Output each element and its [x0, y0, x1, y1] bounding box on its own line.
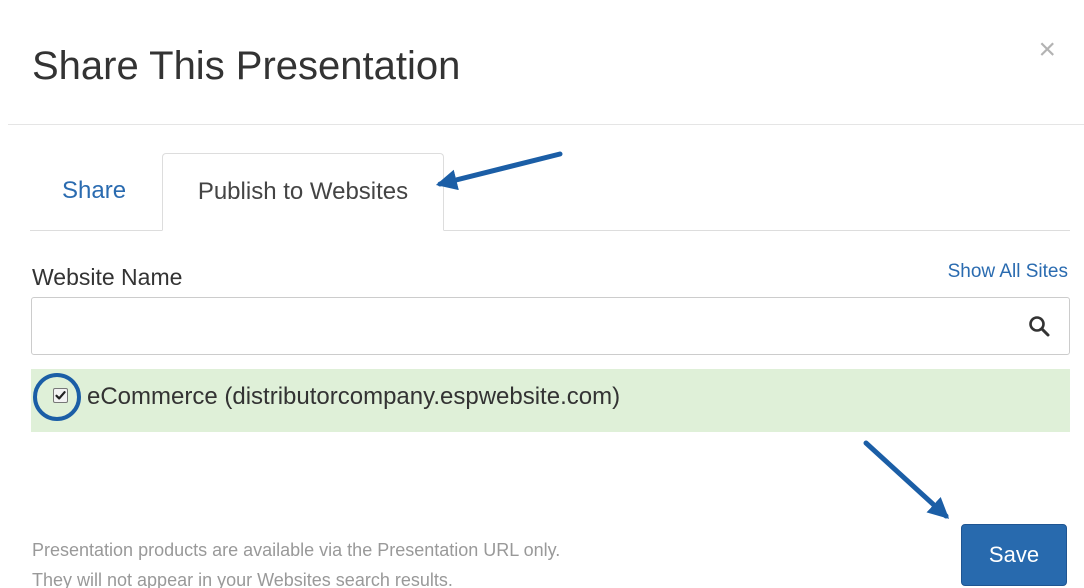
website-search-box — [31, 297, 1070, 355]
website-search-input[interactable] — [44, 304, 1009, 350]
checkbox-highlight-circle — [33, 373, 81, 421]
dialog-title: Share This Presentation — [32, 44, 461, 88]
search-icon[interactable] — [1027, 314, 1051, 338]
note-line: They will not appear in your Websites se… — [32, 570, 453, 588]
site-label: eCommerce (distributorcompany.espwebsite… — [87, 383, 621, 410]
show-all-sites-link[interactable]: Show All Sites — [948, 260, 1068, 284]
tab-publish-to-websites[interactable]: Publish to Websites — [162, 153, 444, 231]
website-name-label: Website Name — [32, 264, 183, 290]
header-divider — [8, 124, 1084, 125]
save-button[interactable]: Save — [961, 524, 1067, 586]
presentation-note: Presentation products are available via … — [32, 535, 560, 588]
share-presentation-dialog: Share This Presentation × Share Publish … — [0, 0, 1084, 588]
close-icon[interactable]: × — [1038, 32, 1056, 68]
note-line: Presentation products are available via … — [32, 540, 561, 560]
tab-bar: Share Publish to Websites — [30, 153, 1070, 231]
arrow-to-save-button — [863, 440, 950, 519]
site-list-item[interactable]: eCommerce (distributorcompany.espwebsite… — [31, 369, 1070, 432]
tab-share[interactable]: Share — [62, 153, 126, 229]
